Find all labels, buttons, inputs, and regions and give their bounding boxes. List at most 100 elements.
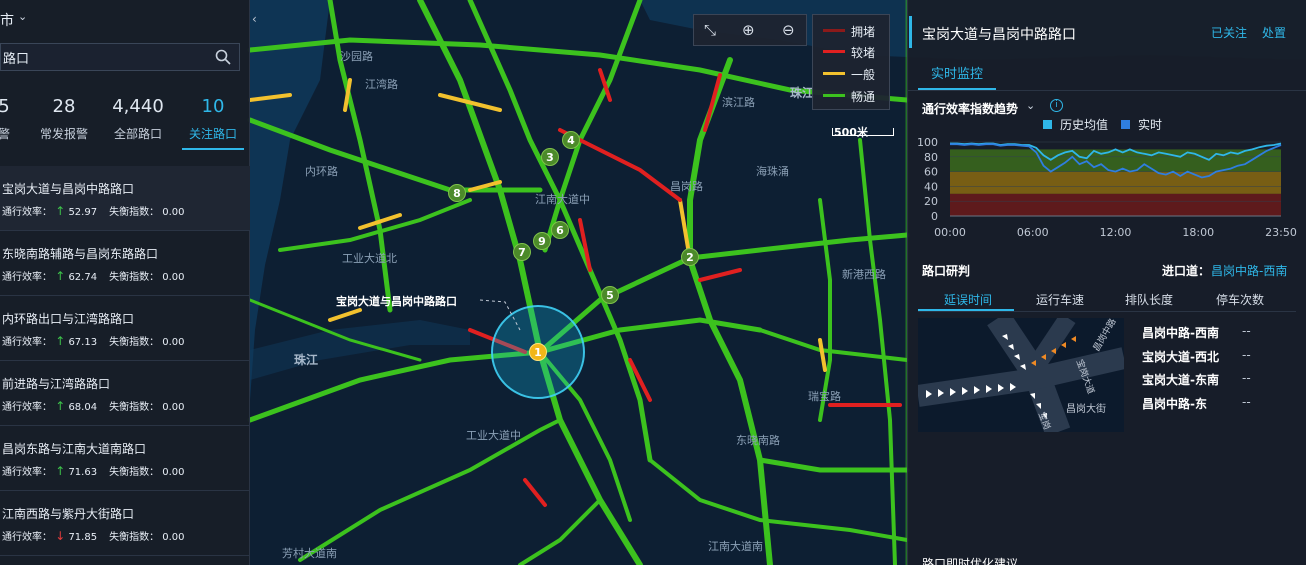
active-tab-indicator bbox=[918, 309, 1014, 311]
info-icon[interactable]: i bbox=[1050, 99, 1063, 112]
direction-row: 昌岗中路-西南 -- bbox=[1142, 324, 1251, 340]
intersection-marker[interactable]: 2 bbox=[681, 248, 699, 266]
app-root: 珠江 珠江 海珠涌 江南大道中 工业大道北 工业大道中 内环路 昌岗路 东晓南路… bbox=[0, 0, 1306, 565]
intersection-list-item[interactable]: 昌岗东路与江南大道南路口 通行效率： ↑ 71.63 失衡指数： 0.00 bbox=[0, 426, 250, 491]
map-label-jiangnan: 江南大道中 bbox=[535, 193, 590, 206]
junction-road-label: 昌岗大街 bbox=[1066, 404, 1106, 415]
scale-label: 500米 bbox=[834, 126, 868, 139]
intersection-metrics: 通行效率： ↑ 68.04 失衡指数： 0.00 bbox=[2, 399, 185, 413]
chevron-down-icon[interactable]: ⌄ bbox=[1026, 99, 1035, 112]
chart-y-tick: 0 bbox=[931, 210, 938, 223]
map-label-jiangnan-south: 江南大道南 bbox=[708, 540, 763, 553]
road-jam bbox=[698, 268, 742, 282]
intersection-marker[interactable]: 9 bbox=[533, 232, 551, 250]
chevron-down-icon[interactable]: ⌄ bbox=[18, 10, 27, 23]
intersection-marker[interactable]: 6 bbox=[551, 221, 569, 239]
chart-x-tick: 00:00 bbox=[934, 226, 966, 239]
map-label-gongye-north: 工业大道北 bbox=[342, 252, 397, 265]
direction-list: 昌岗中路-西南 -- 宝岗大道-西北 -- 宝岗大道-东南 -- 昌岗中路-东 -- bbox=[1142, 324, 1251, 418]
city-selector[interactable]: 市 bbox=[0, 10, 14, 30]
imbalance-value: 0.00 bbox=[162, 402, 185, 413]
entry-value[interactable]: 昌岗中路-西南 bbox=[1211, 262, 1287, 279]
direction-row: 宝岗大道-西北 -- bbox=[1142, 347, 1251, 364]
zoom-in-icon[interactable]: ⊕ bbox=[742, 21, 755, 39]
tab-delay-time[interactable]: 延误时间 bbox=[944, 291, 992, 308]
search-icon[interactable] bbox=[215, 49, 231, 65]
chart-band bbox=[950, 193, 1281, 216]
chart-x-tick: 12:00 bbox=[1100, 226, 1132, 239]
imbalance-value: 0.00 bbox=[162, 207, 185, 218]
intersection-list-item[interactable]: 前进路与江湾路路口通行效率： ↑ 68.04 失衡指数： 0.00 bbox=[0, 361, 250, 426]
map-controls: ⤡ ⊕ ⊖ bbox=[693, 14, 807, 46]
map-label-jiangwan: 江湾路 bbox=[365, 78, 398, 91]
junction-diagram: 昌岗中路 宝岗大道 昌岗大街 宝岗 bbox=[918, 318, 1124, 432]
selected-intersection-callout: 宝岗大道与昌岗中路路口 bbox=[336, 295, 457, 308]
trend-up-icon: ↑ bbox=[55, 204, 66, 218]
tab-speed[interactable]: 运行车速 bbox=[1036, 291, 1084, 308]
map-label-haizhuyong: 海珠涌 bbox=[756, 165, 789, 178]
stat-all-intersections[interactable]: 4,440 全部路口 bbox=[110, 96, 166, 142]
intersection-list-item[interactable]: 东晓南路辅路与昌岗东路路口通行效率： ↑ 62.74 失衡指数： 0.00 bbox=[0, 231, 250, 296]
intersection-name: 东晓南路辅路与昌岗东路路口 bbox=[2, 247, 159, 261]
imbalance-value: 0.00 bbox=[162, 337, 185, 348]
intersection-list-item[interactable]: 江南西路与紫丹大街路口 通行效率： ↓ 71.85 失衡指数： 0.00 bbox=[0, 491, 250, 556]
intersection-marker[interactable]: 8 bbox=[448, 184, 466, 202]
stat-alarm[interactable]: 5 警 bbox=[0, 96, 16, 142]
search-box bbox=[0, 43, 240, 71]
collapse-left-icon[interactable]: ‹ bbox=[252, 12, 257, 26]
map-label-changgang: 昌岗路 bbox=[670, 180, 703, 193]
intersection-marker[interactable]: 4 bbox=[562, 131, 580, 149]
road bbox=[757, 457, 910, 473]
intersection-metrics: 通行效率： ↓ 71.85 失衡指数： 0.00 bbox=[2, 529, 185, 543]
road bbox=[298, 418, 562, 562]
intersection-metrics: 通行效率： ↑ 67.13 失衡指数： 0.00 bbox=[2, 334, 185, 348]
intersection-metrics: 通行效率： ↑ 71.63 失衡指数： 0.00 bbox=[2, 464, 185, 478]
map-label-ruibao: 瑞宝路 bbox=[808, 390, 841, 403]
intersection-marker[interactable]: 5 bbox=[601, 286, 619, 304]
road bbox=[858, 138, 897, 565]
tab-realtime-monitor[interactable]: 实时监控 bbox=[918, 60, 996, 90]
chart-x-tick: 18:00 bbox=[1182, 226, 1214, 239]
map-label-gongye-mid: 工业大道中 bbox=[466, 429, 521, 442]
map-label-xingang: 新港西路 bbox=[842, 268, 886, 281]
imbalance-value: 0.00 bbox=[162, 532, 185, 543]
intersection-list-item[interactable]: 内环路出口与江湾路路口 通行效率： ↑ 67.13 失衡指数： 0.00 bbox=[0, 296, 250, 361]
intersection-marker[interactable]: 3 bbox=[541, 148, 559, 166]
stat-followed-intersections[interactable]: 10 关注路口 bbox=[182, 96, 244, 150]
search-input[interactable] bbox=[1, 44, 201, 70]
intersection-marker[interactable]: 7 bbox=[513, 243, 531, 261]
map-label-pearl-river-2: 珠江 bbox=[790, 86, 815, 100]
intersection-title: 宝岗大道与昌岗中路路口 bbox=[922, 27, 1076, 43]
intersection-name: 宝岗大道与昌岗中路路口 bbox=[2, 182, 135, 196]
direction-row: 宝岗大道-东南 -- bbox=[1142, 371, 1251, 387]
handle-button[interactable]: 处置 bbox=[1262, 24, 1286, 41]
intersection-name: 前进路与江湾路路口 bbox=[2, 377, 111, 391]
chart-y-tick: 40 bbox=[924, 180, 938, 193]
trend-down-icon: ↓ bbox=[55, 529, 66, 543]
stat-frequent-alarm[interactable]: 28 常发报警 bbox=[37, 96, 91, 142]
efficiency-value: 71.85 bbox=[68, 532, 98, 543]
tab-stop-count[interactable]: 停车次数 bbox=[1216, 291, 1264, 308]
tab-queue-length[interactable]: 排队长度 bbox=[1125, 291, 1173, 308]
map-label-dongxiao: 东晓南路 bbox=[736, 434, 780, 447]
trend-title[interactable]: 通行效率指数趋势 bbox=[922, 100, 1018, 117]
fullscreen-exit-icon[interactable]: ⤡ bbox=[704, 21, 716, 39]
intersection-list: 宝岗大道与昌岗中路路口 通行效率： ↑ 52.97 失衡指数： 0.00 东晓南路辅路… bbox=[0, 166, 250, 556]
intersection-marker[interactable]: 1 bbox=[529, 343, 547, 361]
intersection-metrics: 通行效率： ↑ 62.74 失衡指数： 0.00 bbox=[2, 269, 185, 283]
imbalance-value: 0.00 bbox=[162, 272, 185, 283]
right-panel: 宝岗大道与昌岗中路路口 已关注 处置 实时监控 通行效率指数趋势 ⌄ i 历史均… bbox=[907, 0, 1306, 565]
map-label-pearl-river: 珠江 bbox=[294, 353, 319, 367]
road-jam bbox=[523, 478, 547, 507]
intersection-list-item[interactable]: 宝岗大道与昌岗中路路口 通行效率： ↑ 52.97 失衡指数： 0.00 bbox=[0, 166, 250, 231]
trend-up-icon: ↑ bbox=[55, 334, 66, 348]
zoom-out-icon[interactable]: ⊖ bbox=[782, 21, 795, 39]
chart-y-tick: 60 bbox=[924, 166, 938, 179]
chart-y-tick: 100 bbox=[917, 136, 938, 149]
map-label-binjiang: 滨江路 bbox=[722, 96, 755, 109]
section-intersection-analysis: 路口研判 bbox=[922, 264, 971, 278]
efficiency-value: 71.63 bbox=[68, 467, 98, 478]
chart-x-tick: 06:00 bbox=[1017, 226, 1049, 239]
stats-tabs: 5 警 28 常发报警 4,440 全部路口 10 关注路口 bbox=[0, 96, 250, 156]
follow-button[interactable]: 已关注 bbox=[1211, 24, 1247, 41]
